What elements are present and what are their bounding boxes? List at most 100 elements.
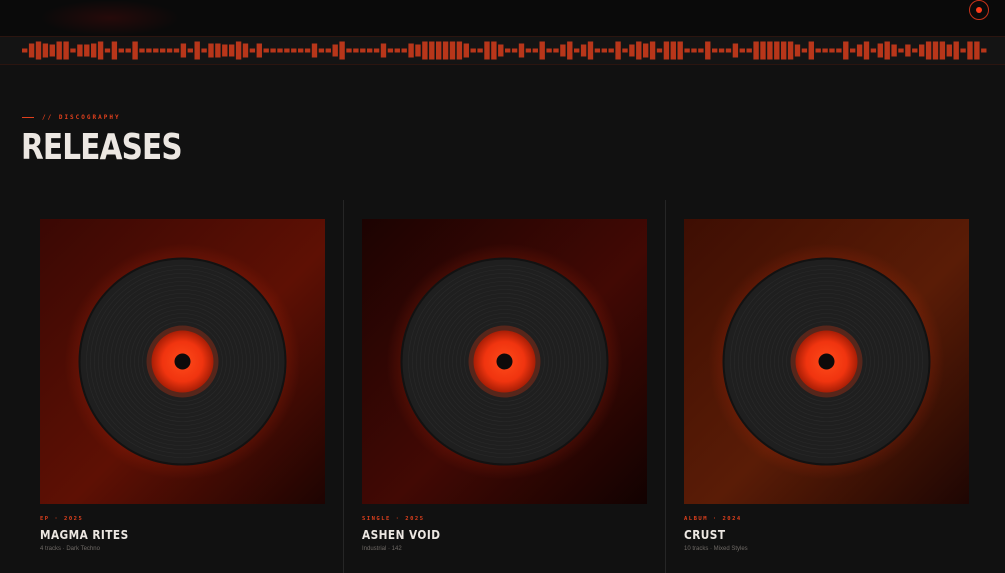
waveform-bar — [180, 43, 187, 58]
waveform-bar — [146, 48, 152, 53]
waveform-bar — [208, 43, 214, 58]
waveform-bar — [449, 41, 456, 60]
waveform-bar — [222, 44, 228, 57]
waveform-bar — [35, 41, 42, 60]
waveform-bar — [422, 41, 428, 60]
release-cover[interactable] — [684, 219, 969, 504]
waveform-bar — [981, 48, 987, 53]
waveform-bar — [470, 48, 476, 53]
waveform-bar — [774, 41, 780, 60]
waveform-bar — [132, 41, 138, 60]
waveform-bar — [877, 43, 883, 58]
waveform-bar — [939, 41, 946, 60]
waveform-bars — [22, 41, 987, 60]
waveform-bar — [139, 48, 145, 53]
waveform-bar — [532, 48, 538, 53]
waveform-bar — [518, 43, 525, 58]
waveform-bar — [84, 44, 90, 57]
waveform-bar — [380, 43, 387, 58]
release-meta: SINGLE · 2025 — [362, 516, 425, 522]
waveform-bar — [194, 41, 200, 60]
waveform-bar — [781, 41, 787, 60]
waveform-bar — [608, 48, 614, 53]
waveform-bar — [415, 44, 421, 57]
vinyl-record-icon — [40, 219, 325, 504]
waveform-bar — [670, 41, 676, 60]
release-card[interactable]: SINGLE · 2025 ASHEN VOID Industrial · 14… — [343, 200, 665, 573]
release-title: ASHEN VOID — [362, 528, 441, 542]
waveform-bar — [946, 44, 952, 57]
release-card[interactable]: EP · 2025 MAGMA RITES 4 tracks · Dark Te… — [22, 200, 344, 573]
waveform-bar — [870, 48, 877, 53]
waveform-bar — [932, 41, 939, 60]
waveform-bar — [567, 41, 573, 60]
waveform-bar — [394, 48, 400, 53]
waveform-bar — [201, 48, 207, 53]
waveform-bar — [505, 48, 511, 53]
waveform-bar — [229, 44, 235, 57]
release-title: CRUST — [684, 528, 726, 542]
waveform-bar — [960, 48, 966, 53]
waveform-bar — [401, 48, 407, 53]
waveform-bar — [753, 41, 759, 60]
waveform-bar — [684, 48, 690, 53]
waveform-bar — [856, 44, 863, 57]
waveform-bar — [925, 41, 932, 60]
waveform-bar — [91, 43, 97, 58]
waveform-bar — [429, 41, 435, 60]
waveform-bar — [905, 44, 911, 57]
waveform-bar — [42, 43, 49, 58]
waveform-bar — [263, 48, 269, 53]
waveform-bar — [691, 48, 697, 53]
waveform-bar — [249, 48, 256, 53]
waveform-bar — [97, 41, 104, 60]
record-button[interactable] — [969, 0, 989, 20]
waveform-bar — [56, 41, 62, 60]
release-cover[interactable] — [362, 219, 647, 504]
waveform-bar — [166, 48, 173, 53]
record-dot-icon — [976, 7, 982, 13]
waveform-bar — [325, 48, 331, 53]
page-title: RELEASES — [21, 127, 183, 168]
waveform-bar — [656, 48, 663, 53]
waveform-bar — [594, 48, 601, 53]
waveform-bar — [477, 48, 483, 53]
top-bar — [0, 0, 1005, 36]
release-cover[interactable] — [40, 219, 325, 504]
waveform-bar — [463, 43, 469, 58]
waveform-bar — [346, 48, 352, 53]
kicker-text: // DISCOGRAPHY — [42, 114, 121, 121]
waveform-bar — [153, 48, 159, 53]
waveform-bar — [242, 43, 249, 58]
waveform-bar — [829, 48, 835, 53]
waveform-bar — [125, 48, 131, 53]
waveform-bar — [912, 48, 918, 53]
waveform-bar — [111, 41, 118, 60]
waveform-bar — [525, 48, 532, 53]
waveform-bar — [643, 43, 649, 58]
waveform-bar — [539, 41, 545, 60]
waveform-bar — [801, 48, 808, 53]
waveform-bar — [318, 48, 325, 53]
waveform-bar — [367, 48, 373, 53]
waveform-bar — [615, 41, 621, 60]
waveform-bar — [215, 43, 221, 58]
release-card[interactable]: ALBUM · 2024 CRUST 10 tracks · Mixed Sty… — [665, 200, 987, 573]
waveform-bar — [456, 41, 463, 60]
waveform-bar — [104, 48, 111, 53]
waveform-bar — [332, 44, 338, 57]
release-meta: ALBUM · 2024 — [684, 516, 742, 522]
audio-waveform[interactable] — [0, 36, 1005, 65]
waveform-bar — [442, 41, 449, 60]
waveform-bar — [353, 48, 359, 53]
waveform-bar — [760, 41, 766, 60]
waveform-bar — [173, 48, 180, 53]
waveform-bar — [884, 41, 890, 60]
waveform-bar — [511, 48, 518, 53]
release-subtitle: Industrial · 142 — [362, 546, 402, 552]
waveform-bar — [270, 48, 276, 53]
waveform-bar — [705, 41, 711, 60]
waveform-bar — [49, 44, 55, 57]
waveform-bar — [118, 48, 124, 53]
section-kicker: // DISCOGRAPHY — [22, 114, 121, 121]
